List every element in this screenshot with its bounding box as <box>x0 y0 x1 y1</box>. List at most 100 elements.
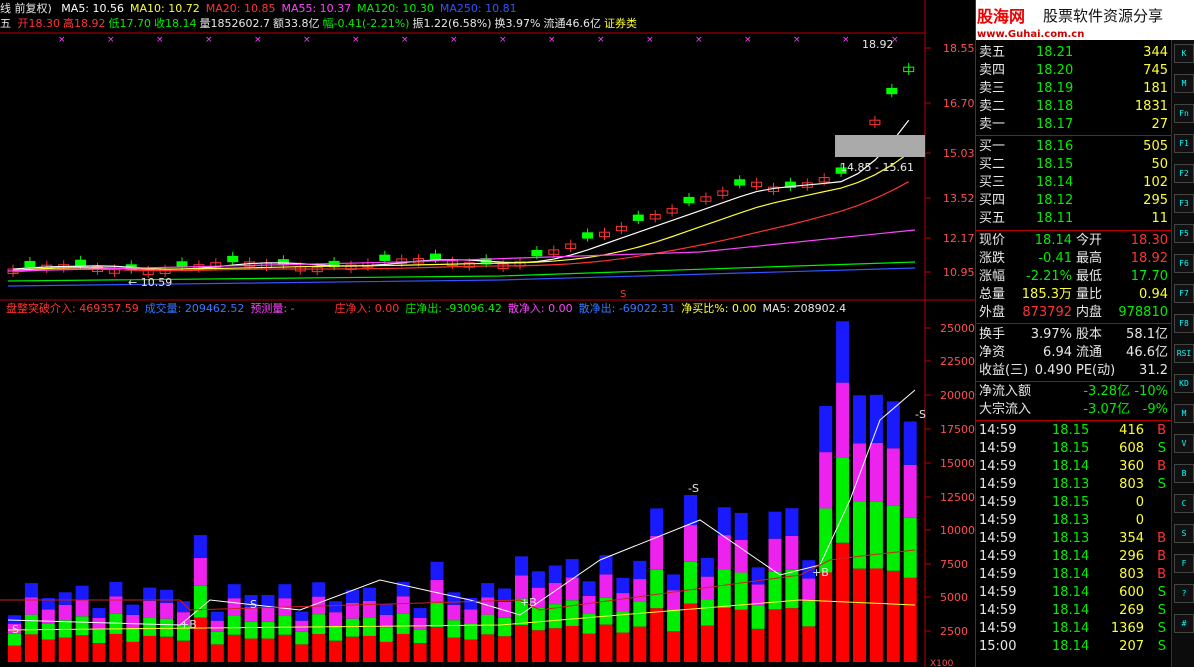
quote-stat-row: 涨跌 -0.41 最高 18.92 <box>976 250 1172 268</box>
volume-header: 盘整突破介入: 469357.59 成交量: 209462.52 预测量: - 庄净入… <box>0 302 846 316</box>
toolbar-button[interactable]: M <box>1174 74 1194 93</box>
tick-row: 14:59 18.14 1369 S <box>976 620 1172 638</box>
toolbar-button[interactable]: # <box>1174 614 1194 633</box>
volume-bar-segment <box>379 627 393 642</box>
toolbar-button[interactable]: F6 <box>1174 254 1194 273</box>
stat-value: 873792 <box>1022 305 1072 320</box>
volume-signal-marker: +B <box>180 618 197 631</box>
volume-bar-segment <box>836 457 850 543</box>
volume-bar-segment <box>768 538 782 572</box>
tick-volume: 354 <box>1119 531 1144 546</box>
volume-bar-segment <box>667 631 681 662</box>
stat-label: 现价 <box>979 233 1006 248</box>
tick-time: 14:59 <box>979 459 1017 474</box>
ohlc-item: 幅-0.41(-2.21%) <box>322 17 410 30</box>
bid-volume: 50 <box>1151 157 1168 172</box>
tick-volume: 1369 <box>1110 621 1144 636</box>
volume-axis-label: 5000 <box>940 591 968 604</box>
volume-bar-segment <box>210 631 224 645</box>
stat-value: 18.14 <box>1034 233 1072 248</box>
quote-stat-row: 现价 18.14 今开 18.30 <box>976 232 1172 250</box>
volume-bar-segment <box>464 639 478 662</box>
volume-bar-segment <box>329 640 343 662</box>
volume-bar-segment <box>700 557 714 577</box>
volume-indicator-item: 散净入: 0.00 <box>507 302 573 315</box>
tick-price: 18.13 <box>1052 513 1090 528</box>
volume-bar-segment <box>751 567 765 585</box>
volume-bar-segment <box>836 382 850 458</box>
volume-bar-segment <box>92 643 106 662</box>
signal-marker: × <box>842 35 850 45</box>
toolbar-button[interactable]: F3 <box>1174 194 1194 213</box>
volume-bar-segment <box>396 633 410 662</box>
toolbar-button[interactable]: RSI <box>1174 344 1194 363</box>
volume-bar-segment <box>143 587 157 601</box>
volume-bar-segment <box>684 525 697 562</box>
volume-bar-segment <box>717 507 731 536</box>
toolbar-button[interactable]: S <box>1174 524 1194 543</box>
bid-level-label: 买五 <box>979 211 1006 226</box>
bid-volume: 505 <box>1143 139 1168 154</box>
volume-bar-segment <box>819 406 833 453</box>
volume-bar-segment <box>24 614 38 635</box>
volume-bar-segment <box>143 600 157 618</box>
signal-marker: × <box>58 35 66 45</box>
toolbar-button[interactable]: Fn <box>1174 104 1194 123</box>
volume-bar-segment <box>751 584 765 606</box>
volume-bar-segment <box>853 568 866 662</box>
toolbar-button[interactable]: KD <box>1174 374 1194 393</box>
volume-bar-segment <box>227 598 241 616</box>
toolbar-button[interactable]: F <box>1174 554 1194 573</box>
volume-bar-segment <box>684 603 697 662</box>
tick-volume: 416 <box>1119 423 1144 438</box>
volume-bar-segment <box>92 629 106 644</box>
volume-bar-segment <box>819 572 833 662</box>
toolbar-button[interactable]: F8 <box>1174 314 1194 333</box>
divider <box>976 135 1172 136</box>
tick-row: 15:00 18.14 207 S <box>976 638 1172 656</box>
toolbar-button[interactable]: F2 <box>1174 164 1194 183</box>
ma-legend-item: MA120: 10.30 <box>357 2 434 15</box>
signal-marker: × <box>646 35 654 45</box>
toolbar-button[interactable]: ? <box>1174 584 1194 603</box>
volume-bar-segment <box>109 581 123 597</box>
volume-bar-segment <box>109 633 123 662</box>
tick-price: 18.14 <box>1052 567 1090 582</box>
tick-price: 18.14 <box>1052 585 1090 600</box>
price-axis-label: 13.52 <box>943 192 975 205</box>
tick-row: 14:59 18.14 803 B <box>976 566 1172 584</box>
toolbar-button[interactable]: F7 <box>1174 284 1194 303</box>
tick-volume: 296 <box>1119 549 1144 564</box>
toolbar-button[interactable]: M <box>1174 404 1194 423</box>
volume-bar-segment <box>650 569 664 609</box>
toolbar-button[interactable]: V <box>1174 434 1194 453</box>
volume-axis-label: 25000 <box>940 322 975 335</box>
volume-bar-segment <box>886 448 900 506</box>
volume-bar-segment <box>582 595 596 614</box>
signal-marker: × <box>401 35 409 45</box>
tick-volume: 0 <box>1135 495 1144 510</box>
tick-row: 14:59 18.14 600 S <box>976 584 1172 602</box>
toolbar-button[interactable]: K <box>1174 44 1194 63</box>
volume-bar-segment <box>126 641 140 662</box>
toolbar-button[interactable]: F1 <box>1174 134 1194 153</box>
volume-bar-segment <box>565 625 579 662</box>
toolbar-button[interactable]: F5 <box>1174 224 1194 243</box>
toolbar-button[interactable]: C <box>1174 494 1194 513</box>
ma-legend-item: MA55: 10.37 <box>281 2 352 15</box>
volume-bar-segment <box>616 632 630 662</box>
toolbar-button[interactable]: B <box>1174 464 1194 483</box>
volume-bar-segment <box>41 623 55 640</box>
bid-level-label: 买四 <box>979 193 1006 208</box>
order-book-bid-row: 买四 18.12 295 <box>976 192 1172 210</box>
signal-marker: × <box>744 35 752 45</box>
stat-value: 17.70 <box>1130 269 1168 284</box>
volume-bar-segment <box>531 571 545 588</box>
volume-bar-segment <box>24 634 38 662</box>
volume-bar-segment <box>886 505 900 571</box>
volume-bar-segment <box>802 600 816 627</box>
volume-bar-segment <box>853 395 866 444</box>
chart-canvas[interactable]: 18.55 16.70 15.03 13.52 12.17 10.95 25000 22500… <box>0 0 975 667</box>
volume-indicator-item: 成交量: 209462.52 <box>144 302 245 315</box>
ma-legend-item: MA250: 10.81 <box>439 2 517 15</box>
